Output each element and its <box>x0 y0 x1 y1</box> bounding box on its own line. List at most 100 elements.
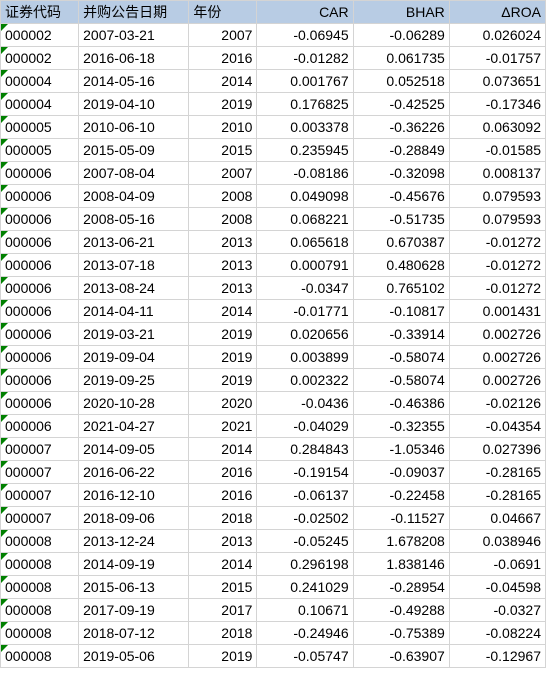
cell-bhar[interactable]: -0.11527 <box>353 507 449 530</box>
cell-droa[interactable]: 0.04667 <box>449 507 545 530</box>
cell-bhar[interactable]: 0.052518 <box>353 70 449 93</box>
cell-code[interactable]: 000006 <box>1 254 79 277</box>
cell-droa[interactable]: -0.0691 <box>449 553 545 576</box>
cell-droa[interactable]: -0.04354 <box>449 415 545 438</box>
cell-date[interactable]: 2014-09-19 <box>79 553 189 576</box>
cell-code[interactable]: 000006 <box>1 323 79 346</box>
cell-code[interactable]: 000004 <box>1 70 79 93</box>
cell-code[interactable]: 000005 <box>1 139 79 162</box>
cell-date[interactable]: 2019-05-06 <box>79 645 189 668</box>
cell-car[interactable]: 0.001767 <box>257 70 353 93</box>
cell-code[interactable]: 000005 <box>1 116 79 139</box>
cell-car[interactable]: 0.000791 <box>257 254 353 277</box>
table-row[interactable]: 0000062008-04-0920080.049098-0.456760.07… <box>1 185 546 208</box>
cell-date[interactable]: 2010-06-10 <box>79 116 189 139</box>
cell-car[interactable]: 0.068221 <box>257 208 353 231</box>
cell-date[interactable]: 2019-09-25 <box>79 369 189 392</box>
cell-year[interactable]: 2013 <box>189 530 257 553</box>
table-row[interactable]: 0000062014-04-112014-0.01771-0.108170.00… <box>1 300 546 323</box>
cell-droa[interactable]: 0.001431 <box>449 300 545 323</box>
cell-bhar[interactable]: -0.28849 <box>353 139 449 162</box>
cell-date[interactable]: 2008-05-16 <box>79 208 189 231</box>
cell-droa[interactable]: 0.079593 <box>449 185 545 208</box>
cell-bhar[interactable]: -0.33914 <box>353 323 449 346</box>
cell-code[interactable]: 000006 <box>1 369 79 392</box>
cell-bhar[interactable]: 1.838146 <box>353 553 449 576</box>
cell-droa[interactable]: 0.079593 <box>449 208 545 231</box>
cell-year[interactable]: 2019 <box>189 369 257 392</box>
cell-bhar[interactable]: -0.22458 <box>353 484 449 507</box>
table-row[interactable]: 0000062008-05-1620080.068221-0.517350.07… <box>1 208 546 231</box>
cell-year[interactable]: 2010 <box>189 116 257 139</box>
cell-bhar[interactable]: -0.75389 <box>353 622 449 645</box>
table-row[interactable]: 0000082014-09-1920140.2961981.838146-0.0… <box>1 553 546 576</box>
cell-bhar[interactable]: -0.45676 <box>353 185 449 208</box>
cell-code[interactable]: 000008 <box>1 645 79 668</box>
cell-code[interactable]: 000006 <box>1 208 79 231</box>
cell-code[interactable]: 000008 <box>1 622 79 645</box>
cell-car[interactable]: -0.06945 <box>257 24 353 47</box>
table-row[interactable]: 0000052015-05-0920150.235945-0.28849-0.0… <box>1 139 546 162</box>
cell-droa[interactable]: -0.04598 <box>449 576 545 599</box>
cell-date[interactable]: 2007-03-21 <box>79 24 189 47</box>
table-row[interactable]: 0000052010-06-1020100.003378-0.362260.06… <box>1 116 546 139</box>
cell-car[interactable]: -0.0347 <box>257 277 353 300</box>
cell-date[interactable]: 2016-06-18 <box>79 47 189 70</box>
cell-code[interactable]: 000006 <box>1 300 79 323</box>
cell-bhar[interactable]: -0.32098 <box>353 162 449 185</box>
table-row[interactable]: 0000042014-05-1620140.0017670.0525180.07… <box>1 70 546 93</box>
cell-bhar[interactable]: 0.480628 <box>353 254 449 277</box>
table-row[interactable]: 0000042019-04-1020190.176825-0.42525-0.1… <box>1 93 546 116</box>
cell-year[interactable]: 2014 <box>189 300 257 323</box>
header-code[interactable]: 证券代码 <box>1 1 79 24</box>
cell-car[interactable]: -0.24946 <box>257 622 353 645</box>
cell-bhar[interactable]: -0.36226 <box>353 116 449 139</box>
cell-droa[interactable]: -0.01272 <box>449 231 545 254</box>
cell-droa[interactable]: 0.038946 <box>449 530 545 553</box>
cell-car[interactable]: 0.049098 <box>257 185 353 208</box>
cell-date[interactable]: 2019-03-21 <box>79 323 189 346</box>
cell-bhar[interactable]: -0.63907 <box>353 645 449 668</box>
cell-car[interactable]: -0.19154 <box>257 461 353 484</box>
cell-code[interactable]: 000008 <box>1 530 79 553</box>
table-row[interactable]: 0000082015-06-1320150.241029-0.28954-0.0… <box>1 576 546 599</box>
cell-car[interactable]: -0.05747 <box>257 645 353 668</box>
cell-year[interactable]: 2021 <box>189 415 257 438</box>
cell-droa[interactable]: -0.0327 <box>449 599 545 622</box>
cell-droa[interactable]: -0.12967 <box>449 645 545 668</box>
cell-car[interactable]: 0.10671 <box>257 599 353 622</box>
cell-car[interactable]: -0.0436 <box>257 392 353 415</box>
cell-car[interactable]: 0.003378 <box>257 116 353 139</box>
cell-year[interactable]: 2013 <box>189 277 257 300</box>
cell-bhar[interactable]: 0.765102 <box>353 277 449 300</box>
cell-code[interactable]: 000007 <box>1 438 79 461</box>
cell-car[interactable]: 0.296198 <box>257 553 353 576</box>
table-row[interactable]: 0000062019-03-2120190.020656-0.339140.00… <box>1 323 546 346</box>
cell-droa[interactable]: 0.026024 <box>449 24 545 47</box>
cell-code[interactable]: 000002 <box>1 24 79 47</box>
cell-droa[interactable]: 0.063092 <box>449 116 545 139</box>
cell-date[interactable]: 2007-08-04 <box>79 162 189 185</box>
spreadsheet-table[interactable]: 证券代码 并购公告日期 年份 CAR BHAR ΔROA 0000022007-… <box>0 0 546 668</box>
cell-droa[interactable]: 0.002726 <box>449 369 545 392</box>
cell-year[interactable]: 2018 <box>189 622 257 645</box>
cell-car[interactable]: 0.003899 <box>257 346 353 369</box>
cell-code[interactable]: 000008 <box>1 553 79 576</box>
cell-code[interactable]: 000006 <box>1 185 79 208</box>
cell-droa[interactable]: -0.01272 <box>449 277 545 300</box>
table-row[interactable]: 0000082013-12-242013-0.052451.6782080.03… <box>1 530 546 553</box>
table-row[interactable]: 0000062013-08-242013-0.03470.765102-0.01… <box>1 277 546 300</box>
cell-date[interactable]: 2014-05-16 <box>79 70 189 93</box>
cell-year[interactable]: 2014 <box>189 553 257 576</box>
cell-droa[interactable]: 0.073651 <box>449 70 545 93</box>
table-row[interactable]: 0000072016-06-222016-0.19154-0.09037-0.2… <box>1 461 546 484</box>
cell-year[interactable]: 2019 <box>189 93 257 116</box>
cell-car[interactable]: -0.02502 <box>257 507 353 530</box>
table-row[interactable]: 0000062020-10-282020-0.0436-0.46386-0.02… <box>1 392 546 415</box>
cell-date[interactable]: 2015-06-13 <box>79 576 189 599</box>
cell-bhar[interactable]: -0.51735 <box>353 208 449 231</box>
cell-bhar[interactable]: -0.28954 <box>353 576 449 599</box>
cell-code[interactable]: 000002 <box>1 47 79 70</box>
cell-car[interactable]: 0.176825 <box>257 93 353 116</box>
table-row[interactable]: 0000062013-06-2120130.0656180.670387-0.0… <box>1 231 546 254</box>
